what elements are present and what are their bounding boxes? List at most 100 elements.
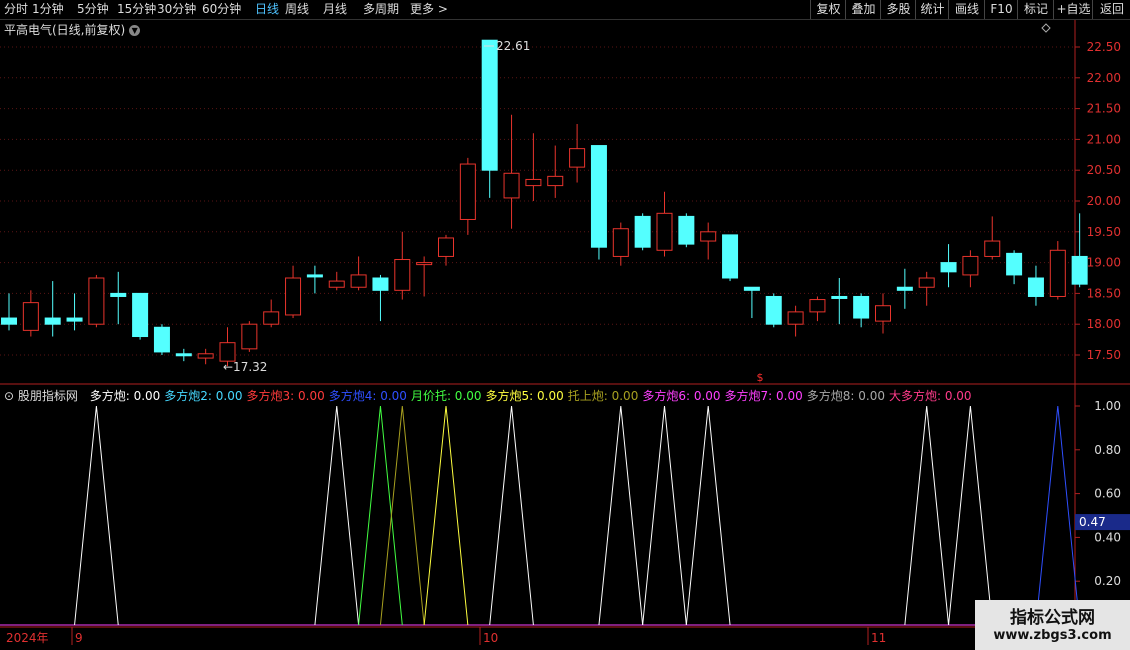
- date-label: 2024年: [6, 631, 49, 645]
- price-axis-label: 19.00: [1087, 256, 1121, 270]
- candle-body[interactable]: [263, 311, 280, 325]
- indicator-value-9: 多方炮8: 0.00: [806, 389, 885, 403]
- indicator-spike: [948, 405, 993, 626]
- candle-body[interactable]: [22, 302, 39, 331]
- candle-body[interactable]: [44, 317, 61, 325]
- candle-body[interactable]: [743, 286, 760, 291]
- candle-body[interactable]: [394, 259, 411, 291]
- indicator-spike: [358, 405, 403, 626]
- kline-chart[interactable]: 22.50 22.00 21.50 21.00 20.50 20.00 19.50 19.00…: [0, 0, 1130, 650]
- candle-body[interactable]: [590, 145, 607, 248]
- candle-body[interactable]: [1006, 252, 1023, 276]
- indicator-spike: [904, 405, 950, 626]
- indicator-value-0: 多方炮: 0.00: [89, 389, 161, 403]
- watermark-title: 指标公式网: [1010, 608, 1095, 628]
- candle-body[interactable]: [962, 255, 979, 276]
- candle-body[interactable]: [1071, 255, 1088, 285]
- indicator-axis-label: 0.80: [1094, 443, 1121, 457]
- indicator-spike: [1035, 405, 1081, 626]
- candle-body[interactable]: [110, 292, 127, 297]
- candle-body[interactable]: [875, 305, 891, 322]
- candle-body[interactable]: [328, 280, 345, 288]
- candle-body[interactable]: [678, 215, 695, 245]
- indicator-value-4: 月价托: 0.00: [410, 389, 482, 403]
- indicator-value-2: 多方炮3: 0.00: [246, 389, 325, 403]
- candle-body[interactable]: [918, 277, 935, 288]
- high-price-label: 22.61: [496, 39, 530, 53]
- date-label: 10: [483, 631, 498, 645]
- indicator-legend: ⊙ 股朋指标网 多方炮: 0.00 多方炮2: 0.00 多方炮3: 0.00 多方炮…: [4, 387, 976, 404]
- price-axis-label: 18.00: [1087, 317, 1121, 331]
- candle-body[interactable]: [1049, 249, 1066, 297]
- candle-body[interactable]: [634, 215, 651, 248]
- candle-body[interactable]: [787, 311, 804, 325]
- candle-body[interactable]: [132, 292, 149, 338]
- watermark: 指标公式网 www.zbgs3.com: [975, 600, 1130, 650]
- candle-body[interactable]: [66, 317, 83, 322]
- price-axis-label: 20.50: [1087, 163, 1121, 177]
- candle-body[interactable]: [722, 234, 739, 279]
- indicator-value-6: 托上炮: 0.00: [567, 389, 639, 403]
- candle-body[interactable]: [241, 323, 258, 350]
- price-axis-label: 22.50: [1087, 40, 1121, 54]
- indicator-value-8: 多方炮7: 0.00: [724, 389, 803, 403]
- indicator-axis-label: 0.60: [1094, 487, 1121, 501]
- indicator-spike: [74, 405, 119, 626]
- indicator-spike: [423, 405, 469, 626]
- current-value-label: 0.47: [1079, 515, 1106, 529]
- candle-body[interactable]: [372, 277, 389, 291]
- candle-body[interactable]: [940, 262, 957, 273]
- candle-body[interactable]: [175, 353, 192, 357]
- watermark-url: www.zbgs3.com: [993, 628, 1112, 643]
- candle-body[interactable]: [1027, 277, 1044, 297]
- indicator-name-text: 股朋指标网: [17, 389, 78, 403]
- candle-body[interactable]: [459, 163, 476, 220]
- candle-body[interactable]: [219, 342, 236, 362]
- indicator-spike: [489, 405, 534, 626]
- price-axis-label: 18.50: [1087, 286, 1121, 300]
- candle-body[interactable]: [831, 295, 848, 299]
- indicator-spike: [379, 405, 425, 626]
- diamond-icon[interactable]: [1041, 23, 1051, 33]
- candle-body[interactable]: [809, 299, 826, 313]
- candle-body[interactable]: [896, 286, 913, 291]
- candle-body[interactable]: [153, 326, 170, 353]
- indicator-value-3: 多方炮4: 0.00: [328, 389, 407, 403]
- candle-body[interactable]: [765, 295, 782, 325]
- indicator-name[interactable]: ⊙ 股朋指标网: [4, 389, 82, 403]
- indicator-axis-label: 0.20: [1094, 574, 1121, 588]
- low-price-label: ←17.32: [223, 360, 267, 374]
- price-axis-label: 21.50: [1087, 102, 1121, 116]
- candle-body[interactable]: [285, 277, 302, 316]
- event-marker[interactable]: $: [757, 371, 764, 384]
- price-axis-label: 17.50: [1087, 348, 1121, 362]
- candle-body[interactable]: [700, 231, 717, 242]
- candle-body[interactable]: [503, 172, 520, 199]
- price-axis-label: 22.00: [1087, 71, 1121, 85]
- indicator-spike: [314, 405, 360, 626]
- candle-body[interactable]: [197, 353, 214, 359]
- candle-body[interactable]: [612, 228, 629, 257]
- candle-body[interactable]: [438, 237, 454, 257]
- candle-body[interactable]: [416, 262, 433, 266]
- indicator-value-1: 多方炮2: 0.00: [164, 389, 243, 403]
- candle-body[interactable]: [350, 274, 367, 288]
- candle-body[interactable]: [853, 295, 870, 319]
- candle-body[interactable]: [984, 240, 1001, 257]
- price-axis-label: 21.00: [1087, 132, 1121, 146]
- price-axis-label: 19.50: [1087, 225, 1121, 239]
- candle-body[interactable]: [656, 212, 673, 251]
- candle-body[interactable]: [547, 175, 564, 187]
- candle-body[interactable]: [525, 178, 542, 187]
- candle-body[interactable]: [481, 39, 498, 171]
- candle-body[interactable]: [1, 317, 17, 325]
- indicator-value-10: 大多方炮: 0.00: [888, 389, 972, 403]
- indicator-axis-label: 1.00: [1094, 399, 1121, 413]
- candle-body[interactable]: [306, 274, 323, 278]
- price-axis-label: 20.00: [1087, 194, 1121, 208]
- candle-body[interactable]: [569, 148, 586, 168]
- date-label: 9: [75, 631, 83, 645]
- indicator-value-7: 多方炮6: 0.00: [642, 389, 721, 403]
- candle-body[interactable]: [88, 277, 105, 325]
- indicator-axis-label: 0.40: [1094, 530, 1121, 544]
